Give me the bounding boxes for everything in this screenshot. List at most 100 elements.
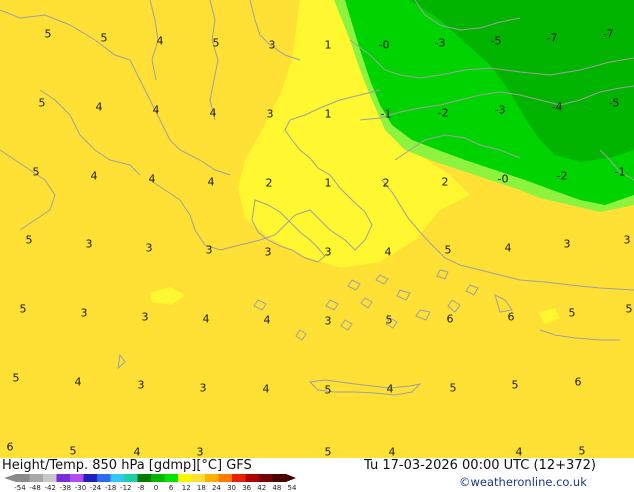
temperature-label: 5 xyxy=(625,302,633,316)
temperature-label: 6 xyxy=(6,440,14,454)
color-scale-tick: -54 xyxy=(14,484,26,492)
temperature-label: 4 xyxy=(262,382,270,396)
temperature-label: 2 xyxy=(382,176,390,190)
temperature-label: -0 xyxy=(378,38,390,52)
temperature-label: 3 xyxy=(145,241,153,255)
valid-time: Tu 17-03-2026 00:00 UTC (12+372) xyxy=(364,458,596,473)
temperature-label: -2 xyxy=(437,106,449,120)
temperature-label: 5 xyxy=(444,243,452,257)
weather-map: 5 5 4 5 3 1 -0 -3 -5 -7 -7 5 4 4 4 3 1 -1 -2 -3 -4 -5 5 4 4 4 2 1 2 2… xyxy=(0,0,634,458)
color-scale-swatch xyxy=(232,474,246,482)
color-scale-tick: 48 xyxy=(272,484,282,492)
temperature-label: 4 xyxy=(148,172,156,186)
temperature-label: 5 xyxy=(324,383,332,397)
temperature-label: 5 xyxy=(578,444,586,458)
color-scale-tick: -42 xyxy=(44,484,56,492)
temperature-label: 4 xyxy=(202,312,210,326)
temperature-label: 5 xyxy=(12,371,20,385)
temperature-label: 5 xyxy=(568,306,576,320)
temperature-label: 4 xyxy=(74,375,82,389)
color-scale-tick: -38 xyxy=(59,484,72,492)
temperature-label: 5 xyxy=(324,445,332,458)
temperature-label: 3 xyxy=(324,314,332,328)
temperature-label: 4 xyxy=(133,445,141,458)
color-scale-bar xyxy=(4,474,296,482)
color-scale-swatch xyxy=(205,474,219,482)
temperature-label: -0 xyxy=(497,172,509,186)
color-scale-swatch xyxy=(16,474,30,482)
map-fields xyxy=(0,0,634,458)
temperature-label: -3 xyxy=(494,103,506,117)
temperature-label: 4 xyxy=(263,313,271,327)
temperature-label: 5 xyxy=(44,27,52,41)
temperature-label: 4 xyxy=(504,241,512,255)
credit-link[interactable]: ©weatheronline.co.uk xyxy=(459,475,587,489)
temperature-label: 3 xyxy=(141,310,149,324)
temperature-label: -3 xyxy=(434,36,446,50)
color-scale-tick: 54 xyxy=(287,484,297,492)
temperature-label: 3 xyxy=(324,245,332,259)
temperature-label: 4 xyxy=(90,169,98,183)
color-scale-swatch xyxy=(151,474,165,482)
color-scale-swatch xyxy=(29,474,44,482)
color-scale-tick: -30 xyxy=(74,484,87,492)
temperature-label: -1 xyxy=(380,107,392,121)
temperature-label: 4 xyxy=(386,382,394,396)
temperature-label: 1 xyxy=(324,38,332,52)
color-scale-tick: 42 xyxy=(257,484,267,492)
color-scale-swatch xyxy=(124,474,138,482)
color-scale-swatch xyxy=(178,474,192,482)
color-scale-swatch xyxy=(245,474,260,482)
color-scale-swatch xyxy=(83,474,98,482)
temperature-label: 6 xyxy=(507,310,515,324)
color-scale-swatch xyxy=(70,474,84,482)
color-scale-tick: 24 xyxy=(211,484,221,492)
color-scale-tick: 36 xyxy=(242,484,252,492)
temperature-label: 5 xyxy=(100,31,108,45)
color-scale-swatch xyxy=(164,474,179,482)
color-scale-swatch xyxy=(97,474,111,482)
temperature-label: 4 xyxy=(384,245,392,259)
temperature-label: 5 xyxy=(511,378,519,392)
color-scale-tick: -48 xyxy=(29,484,41,492)
scale-arrow-right xyxy=(286,474,296,482)
scale-arrow-left xyxy=(4,474,16,482)
color-scale-tick: 0 xyxy=(153,484,159,492)
temperature-label: 4 xyxy=(95,100,103,114)
temperature-label: 5 xyxy=(212,36,220,50)
temperature-label: 4 xyxy=(156,34,164,48)
color-scale-tick: 12 xyxy=(181,484,191,492)
temperature-label: -1 xyxy=(614,165,626,179)
temperature-label: 1 xyxy=(324,107,332,121)
temperature-label: -7 xyxy=(602,27,614,41)
color-scale-swatch xyxy=(218,474,233,482)
temperature-label: -5 xyxy=(608,96,620,110)
temperature-label: -5 xyxy=(490,34,502,48)
temperature-label: 4 xyxy=(152,103,160,117)
temperature-label: -2 xyxy=(556,169,568,183)
color-scale-tick: 6 xyxy=(168,484,174,492)
color-scale-swatch xyxy=(191,474,206,482)
temperature-label: -4 xyxy=(551,100,563,114)
temperature-label: 5 xyxy=(69,444,77,458)
temperature-label: 3 xyxy=(268,38,276,52)
temperature-label: 3 xyxy=(85,237,93,251)
temperature-label: 3 xyxy=(196,445,204,458)
color-scale-tick: 30 xyxy=(227,484,237,492)
color-scale-tick: -12 xyxy=(120,484,132,492)
color-scale-swatch xyxy=(56,474,71,482)
temperature-label: 3 xyxy=(137,378,145,392)
temperature-label: 3 xyxy=(266,107,274,121)
color-scale-tick: -24 xyxy=(89,484,102,492)
color-scale-swatch xyxy=(259,474,273,482)
color-scale-swatch xyxy=(43,474,57,482)
temperature-label: 5 xyxy=(25,233,33,247)
temperature-label: 1 xyxy=(324,176,332,190)
temperature-label: 2 xyxy=(441,175,449,189)
temperature-label: 2 xyxy=(265,176,273,190)
temperature-label: -7 xyxy=(546,31,558,45)
temperature-label: 3 xyxy=(80,306,88,320)
temperature-label: 6 xyxy=(574,375,582,389)
color-scale-swatch xyxy=(110,474,125,482)
temperature-label: 5 xyxy=(32,165,40,179)
